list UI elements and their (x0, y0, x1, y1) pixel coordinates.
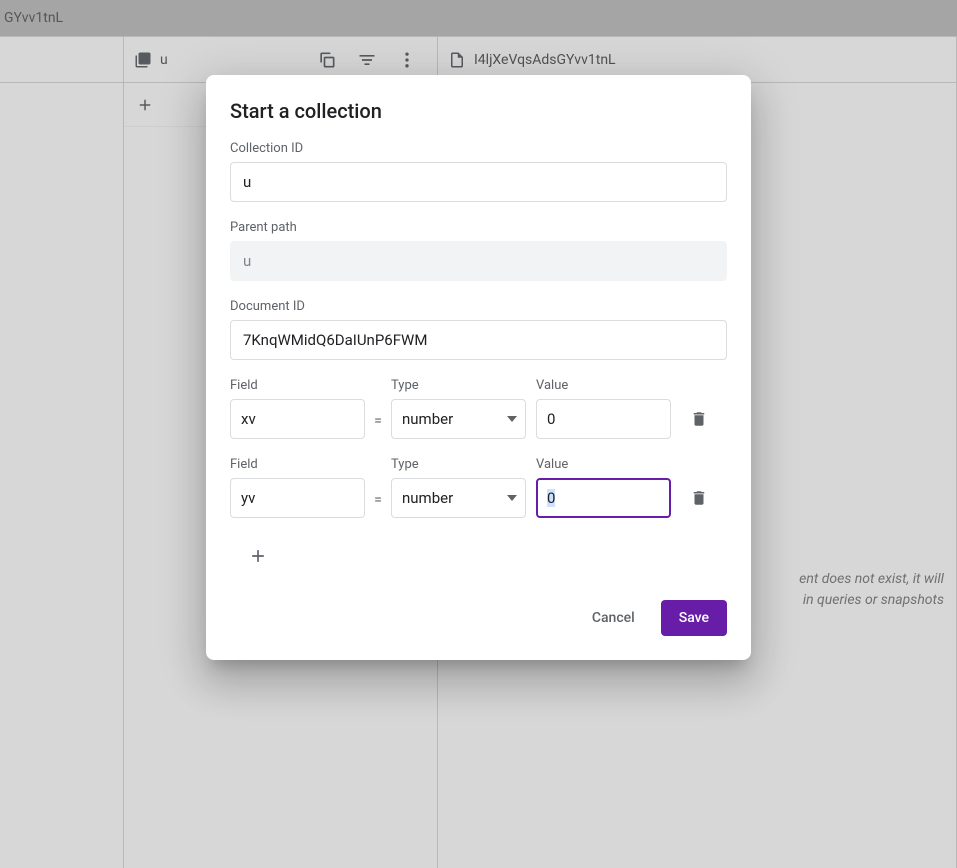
dialog-actions: Cancel Save (230, 600, 727, 636)
field-name-input[interactable] (230, 399, 365, 439)
save-button[interactable]: Save (661, 600, 727, 636)
parent-path-input (230, 241, 727, 281)
modal-overlay: Start a collection Collection ID Parent … (0, 0, 957, 868)
field-value-input[interactable] (536, 399, 671, 439)
type-label: Type (391, 378, 526, 393)
field-value-selected-text: 0 (547, 489, 555, 507)
equals-sign: = (365, 492, 391, 518)
parent-path-label: Parent path (230, 220, 727, 235)
type-select-value: number (402, 410, 453, 428)
type-select[interactable]: number (391, 478, 526, 518)
field-value-input[interactable]: 0 (536, 478, 671, 518)
value-label: Value (536, 378, 671, 393)
chevron-down-icon (507, 416, 517, 422)
type-select-value: number (402, 489, 453, 507)
delete-field-button[interactable] (683, 478, 715, 518)
type-select[interactable]: number (391, 399, 526, 439)
field-label: Field (230, 378, 365, 393)
collection-id-label: Collection ID (230, 141, 727, 156)
field-label: Field (230, 457, 365, 472)
value-label: Value (536, 457, 671, 472)
document-id-label: Document ID (230, 299, 727, 314)
chevron-down-icon (507, 495, 517, 501)
field-row: Field = Type number Value 0 (230, 457, 727, 518)
add-field-button[interactable] (238, 536, 278, 576)
collection-id-input[interactable] (230, 162, 727, 202)
dialog-title: Start a collection (230, 99, 727, 123)
type-label: Type (391, 457, 526, 472)
document-id-input[interactable] (230, 320, 727, 360)
start-collection-dialog: Start a collection Collection ID Parent … (206, 75, 751, 660)
field-name-input[interactable] (230, 478, 365, 518)
field-row: Field = Type number Value (230, 378, 727, 439)
delete-field-button[interactable] (683, 399, 715, 439)
cancel-button[interactable]: Cancel (574, 600, 653, 636)
equals-sign: = (365, 413, 391, 439)
